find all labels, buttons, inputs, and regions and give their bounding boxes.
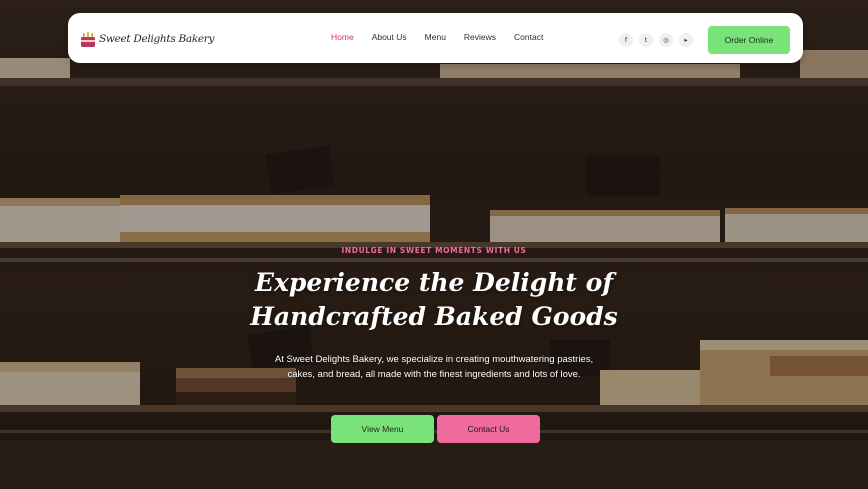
hero-description: At Sweet Delights Bakery, we specialize … bbox=[274, 354, 594, 380]
contact-us-button[interactable]: Contact Us bbox=[437, 415, 540, 443]
hero-section: INDULGE IN SWEET MOMENTS WITH US Experie… bbox=[0, 0, 868, 489]
hero-headline: Experience the Delight of Handcrafted Ba… bbox=[0, 266, 868, 334]
hero-eyebrow: INDULGE IN SWEET MOMENTS WITH US bbox=[341, 246, 527, 255]
hero-headline-line-1: Experience the Delight of bbox=[254, 268, 614, 297]
hero-headline-line-2: Handcrafted Baked Goods bbox=[250, 302, 618, 331]
view-menu-button[interactable]: View Menu bbox=[331, 415, 434, 443]
